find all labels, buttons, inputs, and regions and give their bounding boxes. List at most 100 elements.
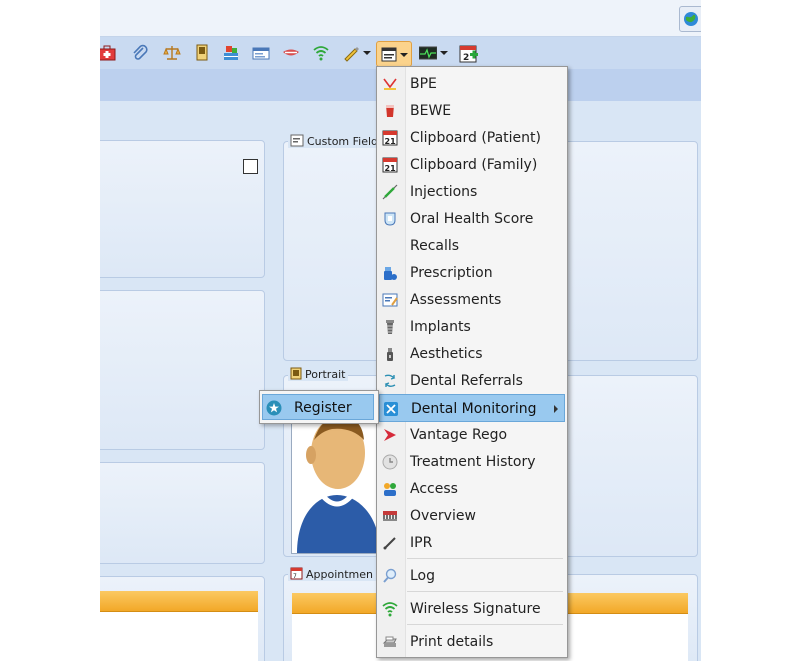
stacked-documents-icon <box>224 46 238 60</box>
menu-item-label: Treatment History <box>410 454 536 470</box>
menu-item-dental-monitoring[interactable]: Dental Monitoring <box>379 394 565 422</box>
menu-item-label: Clipboard (Family) <box>410 157 538 173</box>
calendar-21-icon: 21 <box>382 130 398 146</box>
menu-item-aesthetics[interactable]: Aesthetics <box>379 341 565 367</box>
menu-item-wireless-signature[interactable]: Wireless Signature <box>379 596 565 622</box>
form-window-icon <box>252 47 270 60</box>
title-bar <box>100 0 701 37</box>
menu-item-treatment-history[interactable]: Treatment History <box>379 449 565 475</box>
assessment-icon <box>382 293 398 307</box>
patient-info-panel <box>100 290 265 450</box>
menu-item-label: Aesthetics <box>410 346 483 362</box>
menu-item-label: Assessments <box>410 292 502 308</box>
submenu-arrow-icon <box>554 405 558 413</box>
menu-separator <box>407 591 563 592</box>
patient-details-panel <box>100 140 265 278</box>
implant-icon <box>386 320 394 334</box>
dropdown-arrow-icon <box>400 53 408 57</box>
portrait-title-text: Portrait <box>305 368 346 381</box>
menu-item-access[interactable]: Access <box>379 476 565 502</box>
menu-item-overview[interactable]: Overview <box>379 503 565 529</box>
medical-kit-icon <box>100 45 116 61</box>
menu-item-label: BEWE <box>410 103 452 119</box>
main-toolbar: 2 <box>100 37 701 69</box>
menu-item-label: Oral Health Score <box>410 211 534 227</box>
clinical-window-icon <box>381 47 397 62</box>
log-search-icon <box>383 568 397 583</box>
menu-item-label: Injections <box>410 184 478 200</box>
calendar-add-icon: 2 <box>459 45 478 63</box>
menu-item-label: Clipboard (Patient) <box>410 130 541 146</box>
vantage-icon <box>384 429 396 441</box>
dropdown-arrow-icon <box>363 51 371 55</box>
register-star-icon <box>266 400 282 416</box>
toolbar-form-button[interactable] <box>248 40 274 66</box>
custom-fields-icon <box>290 134 304 147</box>
clinical-dropdown-menu: BPE BEWE 21 Clipboard (Patient) 21 Clipb… <box>376 66 568 658</box>
referral-icon <box>384 374 396 387</box>
custom-fields-title: Custom Field <box>288 134 382 148</box>
toolbar-monitor-button[interactable] <box>415 40 451 66</box>
menu-item-prescription[interactable]: Prescription <box>379 260 565 286</box>
appointments-calendar-icon: 7 <box>290 567 303 580</box>
menu-item-label: BPE <box>410 76 437 92</box>
custom-fields-title-text: Custom Field <box>307 135 379 148</box>
submenu-item-register[interactable]: Register <box>262 394 374 420</box>
menu-item-implants[interactable]: Implants <box>379 314 565 340</box>
left-grid-header <box>100 591 258 612</box>
bpe-icon <box>383 78 397 90</box>
toolbar-edit-dropdown-button[interactable] <box>338 40 374 66</box>
toolbar-mouth-button[interactable] <box>278 40 304 66</box>
menu-item-label: Vantage Rego <box>410 427 508 443</box>
toolbar-scales-button[interactable] <box>159 40 185 66</box>
menu-item-ipr[interactable]: IPR <box>379 530 565 556</box>
portrait-icon <box>290 367 302 380</box>
toolbar-clinical-menu-button[interactable] <box>376 41 412 67</box>
wireless-signal-icon <box>382 602 398 617</box>
menu-item-print-details[interactable]: Print details <box>379 629 565 655</box>
left-grid-panel <box>100 576 265 661</box>
globe-icon <box>684 12 698 26</box>
menu-separator <box>407 558 563 559</box>
toolbar-stack-button[interactable] <box>218 40 244 66</box>
menu-item-clipboard-patient[interactable]: 21 Clipboard (Patient) <box>379 125 565 151</box>
mouth-icon <box>283 49 299 56</box>
menu-item-clipboard-family[interactable]: 21 Clipboard (Family) <box>379 152 565 178</box>
aesthetics-icon <box>387 348 393 361</box>
portrait-title: Portrait <box>288 367 349 381</box>
svg-text:2: 2 <box>463 53 469 63</box>
patient-notes-panel <box>100 462 265 564</box>
appointments-title-text: Appointmen <box>306 568 374 581</box>
menu-item-label: Implants <box>410 319 471 335</box>
menu-item-bewe[interactable]: BEWE <box>379 98 565 124</box>
menu-item-bpe[interactable]: BPE <box>379 71 565 97</box>
toolbar-attachment-button[interactable] <box>127 40 153 66</box>
dental-monitoring-icon <box>384 402 398 416</box>
toolbar-card-button[interactable] <box>189 40 215 66</box>
printer-icon <box>382 636 397 647</box>
menu-item-recalls[interactable]: Recalls <box>379 233 565 259</box>
pencil-ruler-icon <box>344 47 359 62</box>
menu-item-label: IPR <box>410 535 433 551</box>
menu-item-label: Prescription <box>410 265 493 281</box>
menu-separator <box>407 624 563 625</box>
toolbar-medical-kit-button[interactable] <box>100 40 120 66</box>
menu-item-injections[interactable]: Injections <box>379 179 565 205</box>
wireless-signal-icon <box>313 46 329 61</box>
access-icon <box>384 483 396 496</box>
menu-item-label: Dental Referrals <box>410 373 523 389</box>
menu-item-dental-referrals[interactable]: Dental Referrals <box>379 368 565 394</box>
globe-button[interactable] <box>679 6 701 32</box>
panel-checkbox[interactable] <box>243 159 258 174</box>
id-card-icon <box>196 44 208 61</box>
menu-item-log[interactable]: Log <box>379 563 565 589</box>
menu-item-assessments[interactable]: Assessments <box>379 287 565 313</box>
menu-item-oral-health-score[interactable]: Oral Health Score <box>379 206 565 232</box>
menu-item-vantage-rego[interactable]: Vantage Rego <box>379 422 565 448</box>
scales-icon <box>163 46 181 60</box>
toolbar-add-appointment-button[interactable]: 2 <box>455 40 481 66</box>
toolbar-wireless-button[interactable] <box>308 40 334 66</box>
dental-monitoring-submenu: Register <box>259 390 379 424</box>
pill-bottle-icon <box>384 267 397 280</box>
menu-item-label: Access <box>410 481 458 497</box>
